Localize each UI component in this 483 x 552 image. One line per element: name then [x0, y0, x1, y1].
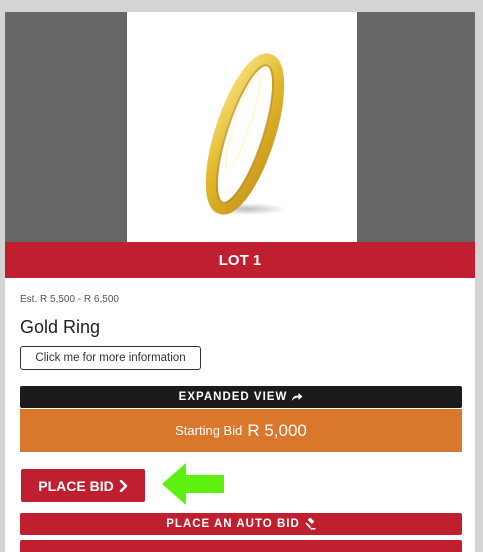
- lot-card: LOT 1 Est. R 5,500 - R 6,500 Gold Ring C…: [5, 12, 475, 552]
- lot-banner: LOT 1: [5, 242, 475, 278]
- gold-ring-image: [205, 53, 287, 215]
- starting-bid-bar: Starting Bid R 5,000: [20, 409, 462, 452]
- starting-bid-label: Starting Bid: [175, 423, 243, 438]
- expanded-view-button[interactable]: EXPANDED VIEW: [20, 386, 462, 408]
- place-bid-label: PLACE BID: [38, 477, 114, 494]
- auto-bid-label: PLACE AN AUTO BID: [166, 518, 300, 530]
- lot-image[interactable]: [127, 12, 357, 242]
- estimate-text: Est. R 5,500 - R 6,500: [20, 294, 119, 305]
- chevron-right-icon: [119, 479, 127, 492]
- expanded-view-label: EXPANDED VIEW: [178, 391, 288, 403]
- place-bid-button[interactable]: PLACE BID: [21, 469, 145, 502]
- auto-bid-button[interactable]: PLACE AN AUTO BID: [20, 513, 462, 535]
- more-info-button[interactable]: Click me for more information: [20, 346, 201, 370]
- additional-button[interactable]: [20, 540, 462, 552]
- lot-title: Gold Ring: [20, 317, 101, 337]
- share-arrow-icon: [292, 393, 303, 401]
- starting-bid-amount: R 5,000: [247, 420, 307, 440]
- green-arrow-icon: [162, 463, 224, 505]
- lot-image-area: [5, 12, 475, 242]
- gavel-icon: [305, 518, 316, 530]
